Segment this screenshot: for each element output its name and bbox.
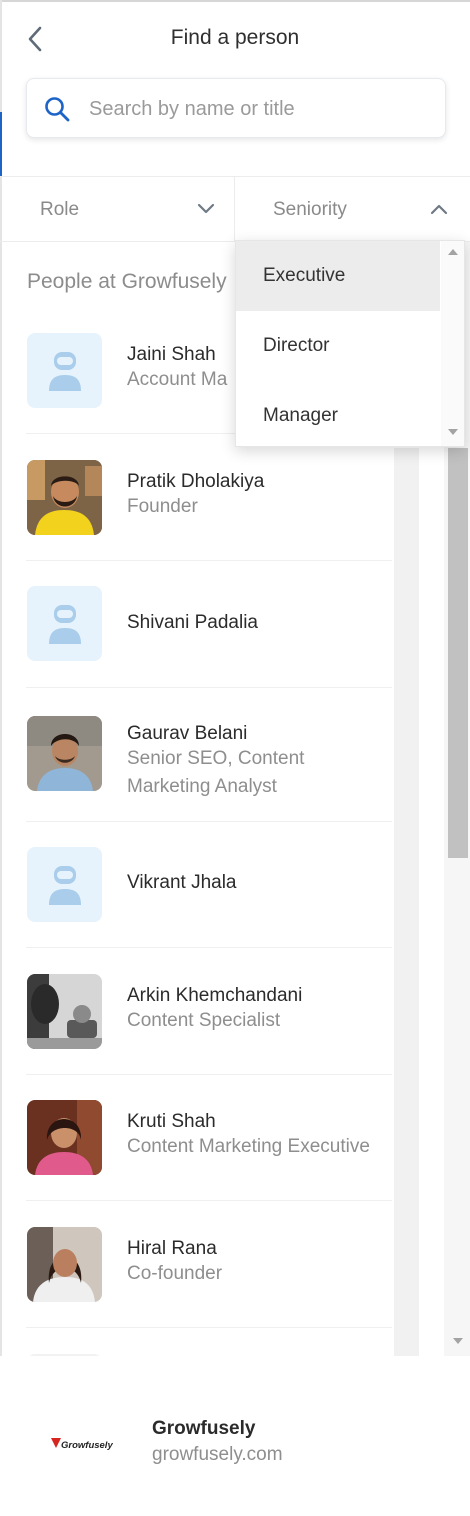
chevron-down-icon: [197, 203, 215, 214]
list-item[interactable]: Gaurav Belani Senior SEO, Content Market…: [26, 688, 392, 822]
person-title: Account Ma: [127, 369, 228, 390]
person-title-line2: Marketing Analyst: [127, 776, 277, 797]
avatar: [27, 974, 102, 1049]
person-name: Kruti Shah: [127, 1111, 216, 1132]
person-photo: [27, 1100, 102, 1175]
placeholder-avatar-icon: [48, 604, 81, 644]
person-name: Arkin Khemchandani: [127, 985, 303, 1006]
role-filter[interactable]: Role: [0, 177, 234, 241]
avatar: [27, 586, 102, 661]
person-title: Content Marketing Executive: [127, 1136, 370, 1157]
dropdown-option-director[interactable]: Director: [236, 311, 440, 381]
chevron-up-icon: [430, 204, 448, 215]
list-gutter: [394, 448, 419, 1356]
filter-bar: Role Seniority: [0, 176, 470, 242]
person-name: Shivani Padalia: [127, 612, 258, 633]
person-photo: [27, 974, 102, 1049]
avatar: [27, 1100, 102, 1175]
list-item[interactable]: [26, 1328, 392, 1356]
avatar: [27, 1227, 102, 1302]
dropdown-scrollbar[interactable]: [441, 241, 464, 446]
list-item[interactable]: Vikrant Jhala: [26, 822, 392, 948]
placeholder-avatar-icon: [48, 865, 81, 905]
placeholder-avatar-icon: [48, 351, 81, 391]
person-name: Jaini Shah: [127, 344, 216, 365]
company-logo-text: Growfusely: [61, 1440, 113, 1451]
person-title: Co-founder: [127, 1263, 223, 1284]
list-item[interactable]: Arkin Khemchandani Content Specialist: [26, 948, 392, 1075]
person-photo: [27, 460, 102, 535]
company-name: Growfusely: [152, 1418, 256, 1439]
scroll-down-arrow-icon[interactable]: [446, 427, 460, 437]
person-title: Founder: [127, 496, 198, 517]
company-domain[interactable]: growfusely.com: [152, 1444, 283, 1466]
list-item[interactable]: Hiral Rana Co-founder: [26, 1201, 392, 1328]
dropdown-option-manager[interactable]: Manager: [236, 381, 440, 446]
page-title: Find a person: [170, 26, 300, 49]
seniority-filter[interactable]: Seniority: [234, 177, 470, 241]
people-list: Jaini Shah Account Ma Pratik Dholakiya F…: [0, 306, 394, 1356]
list-item[interactable]: Shivani Padalia: [26, 561, 392, 688]
section-heading: People at Growfusely: [27, 270, 227, 293]
person-photo: [27, 1227, 102, 1302]
company-logo: Growfusely: [42, 1412, 136, 1476]
header: Find a person: [0, 0, 470, 72]
dropdown-option-executive[interactable]: Executive: [236, 241, 440, 311]
seniority-filter-label: Seniority: [273, 199, 347, 220]
search-icon: [45, 97, 70, 122]
person-name: Pratik Dholakiya: [127, 471, 265, 492]
avatar: [27, 333, 102, 408]
person-title: Content Specialist: [127, 1010, 281, 1031]
active-accent-bar: [0, 112, 2, 176]
list-item[interactable]: Pratik Dholakiya Founder: [26, 434, 392, 561]
avatar: [27, 716, 102, 791]
seniority-dropdown: Executive Director Manager: [235, 240, 465, 447]
person-title: Senior SEO, Content: [127, 748, 305, 769]
company-footer[interactable]: Growfusely Growfusely growfusely.com: [0, 1356, 470, 1516]
person-photo: [27, 716, 102, 791]
role-filter-label: Role: [40, 199, 80, 220]
person-name: Hiral Rana: [127, 1238, 217, 1259]
avatar: [27, 460, 102, 535]
scroll-down-arrow-icon[interactable]: [448, 1334, 468, 1348]
scroll-up-arrow-icon[interactable]: [446, 247, 460, 257]
growfusely-logo-icon: Growfusely: [51, 1438, 113, 1451]
person-name: Gaurav Belani: [127, 723, 248, 744]
search-box[interactable]: [26, 78, 446, 138]
scrollbar-thumb[interactable]: [448, 448, 468, 858]
search-input[interactable]: [89, 89, 429, 129]
list-item[interactable]: Kruti Shah Content Marketing Executive: [26, 1075, 392, 1201]
avatar: [27, 847, 102, 922]
person-name: Vikrant Jhala: [127, 872, 237, 893]
